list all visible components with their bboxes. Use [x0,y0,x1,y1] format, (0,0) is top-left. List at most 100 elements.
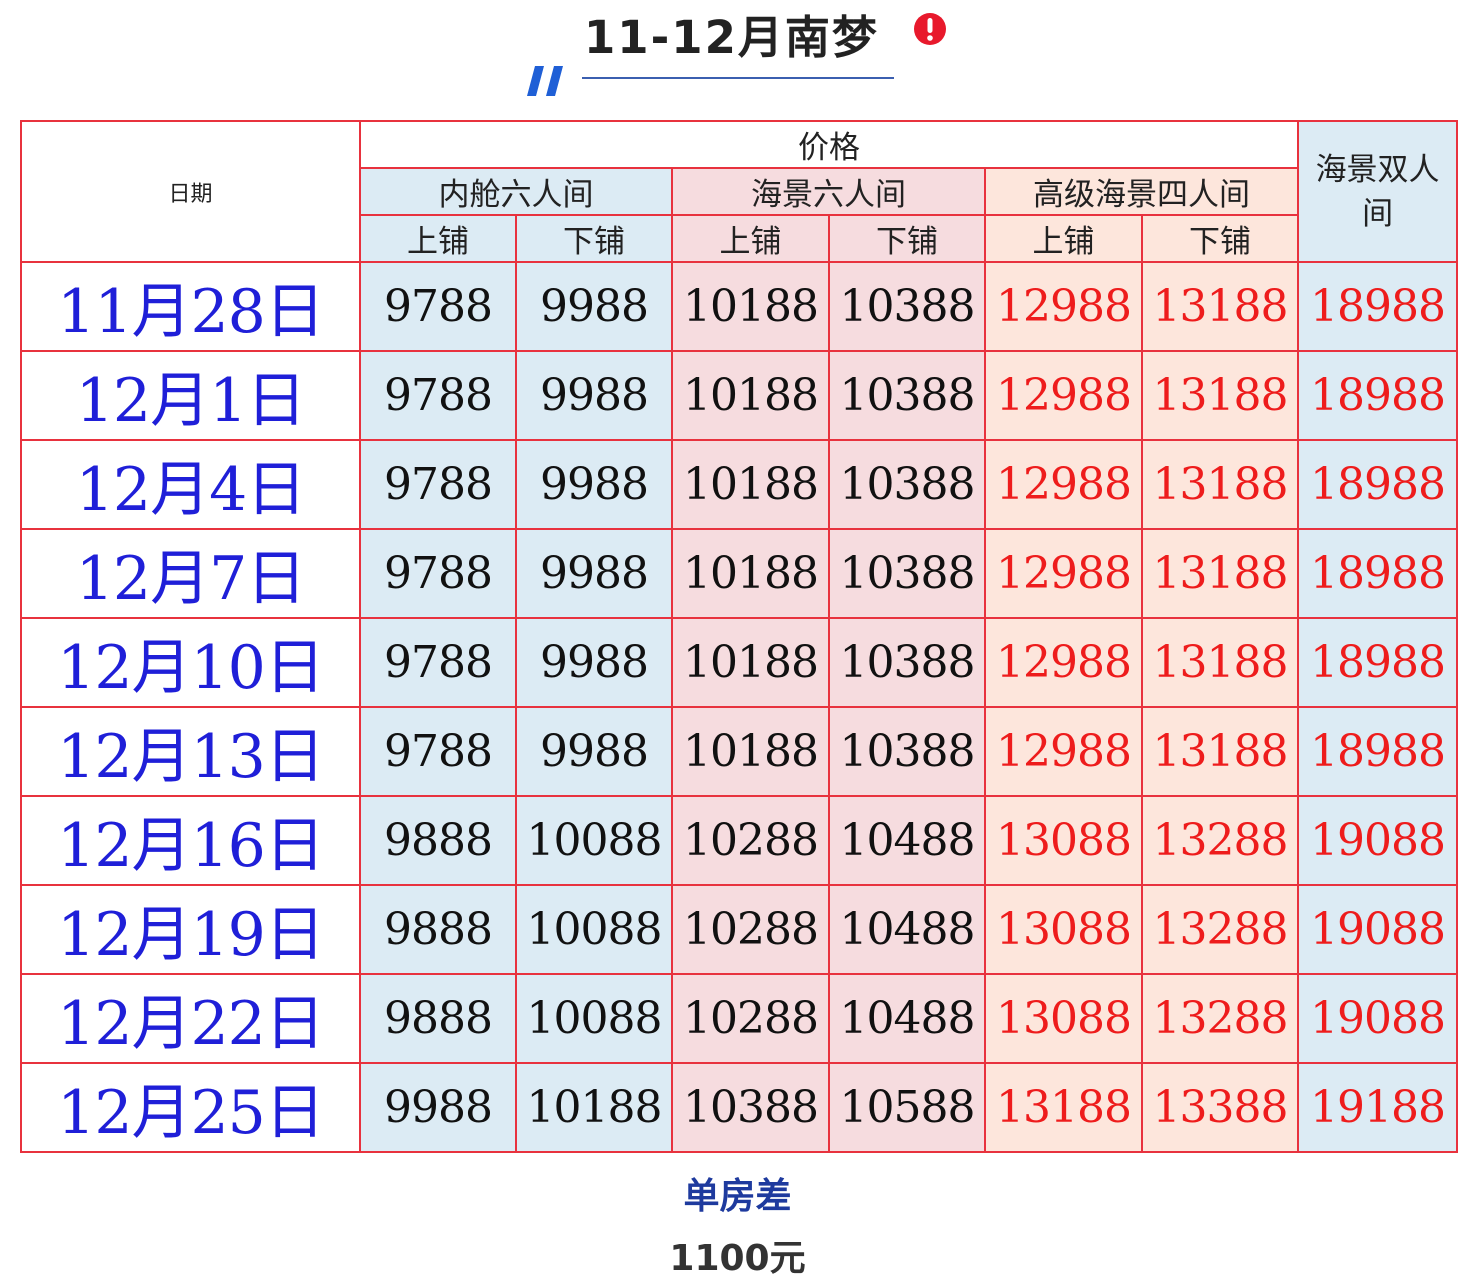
price-cell: 13188 [1140,261,1300,352]
price-cell: 18988 [1297,439,1459,530]
date-cell: 12月10日 [20,617,361,708]
price-cell: 9988 [515,617,673,708]
price-table: 日期 价格 海景双人 间 内舱六人间 海景六人间 高级海景四人间 上铺 下铺 上… [20,120,1459,1153]
header-group-inner: 内舱六人间 [359,167,673,216]
header-double-room-line2: 间 [1362,195,1394,232]
price-cell: 13188 [1140,439,1300,530]
price-cell: 13088 [984,795,1143,886]
price-cell: 10088 [515,884,673,975]
price-cell: 10388 [828,261,986,352]
price-cell: 10188 [515,1062,673,1153]
price-cell: 18988 [1297,350,1459,441]
table-row: 12月22日 9888 10088 10288 10488 13088 13288 19088 [20,973,1459,1064]
price-cell: 13188 [1140,617,1300,708]
table-row: 12月13日 9788 9988 10188 10388 12988 13188 18988 [20,706,1459,797]
price-cell: 10088 [515,973,673,1064]
exclamation-circle-icon [914,13,946,45]
price-cell: 12988 [984,528,1143,619]
price-cell: 9988 [515,350,673,441]
date-cell: 12月4日 [20,439,361,530]
header-berth-label: 上铺 [719,224,782,260]
header-group-label: 内舱六人间 [438,177,594,213]
table-row: 12月7日 9788 9988 10188 10388 12988 13188 18988 [20,528,1459,619]
price-cell: 13188 [1140,528,1300,619]
price-cell: 10088 [515,795,673,886]
price-cell: 12988 [984,261,1143,352]
price-cell: 19088 [1297,884,1459,975]
header-group-label: 海景六人间 [751,177,906,213]
price-cell: 18988 [1297,528,1459,619]
price-cell: 10488 [828,973,986,1064]
price-cell: 13088 [984,884,1143,975]
header-group-premium: 高级海景四人间 [983,167,1300,216]
price-cell: 10388 [828,617,986,708]
header-group-seaview: 海景六人间 [671,167,986,216]
page-title: 11-12月南梦 [584,11,879,64]
header-berth: 上铺 [984,214,1143,263]
header-date-label: 日期 [168,181,213,207]
date-cell: 12月25日 [20,1062,361,1153]
price-cell: 13188 [1140,350,1300,441]
price-cell: 10288 [671,795,830,886]
header-berth: 上铺 [359,214,517,263]
price-cell: 12988 [984,706,1143,797]
price-cell: 13088 [984,973,1143,1064]
price-cell: 9988 [515,439,673,530]
price-cell: 10388 [828,439,986,530]
price-cell: 10388 [828,350,986,441]
header-berth: 下铺 [1140,214,1300,263]
price-cell: 10188 [671,350,830,441]
table-row: 12月19日 9888 10088 10288 10488 13088 13288 19088 [20,884,1459,975]
price-cell: 9788 [359,528,517,619]
header-berth-label: 下铺 [876,224,938,260]
price-cell: 10188 [671,439,830,530]
price-cell: 10488 [828,795,986,886]
title-underline [582,77,894,79]
table-row: 12月1日 9788 9988 10188 10388 12988 13188 18988 [20,350,1459,441]
header-berth: 上铺 [671,214,830,263]
price-cell: 10188 [671,617,830,708]
price-cell: 10388 [828,528,986,619]
single-supplement-label: 单房差 [683,1176,792,1217]
price-cell: 18988 [1297,617,1459,708]
header-berth-label: 上铺 [407,224,469,260]
header-group-label: 高级海景四人间 [1033,177,1251,213]
price-cell: 13188 [1140,706,1300,797]
date-cell: 12月22日 [20,973,361,1064]
price-cell: 9788 [359,706,517,797]
price-cell: 19088 [1297,973,1459,1064]
price-cell: 10388 [828,706,986,797]
table-row: 12月10日 9788 9988 10188 10388 12988 13188 18988 [20,617,1459,708]
price-cell: 9788 [359,261,517,352]
price-cell: 9888 [359,795,517,886]
date-cell: 12月1日 [20,350,361,441]
price-cell: 12988 [984,439,1143,530]
header-berth-label: 上铺 [1032,224,1095,260]
header-berth: 下铺 [828,214,986,263]
price-cell: 9988 [359,1062,517,1153]
price-cell: 10588 [828,1062,986,1153]
price-cell: 18988 [1297,706,1459,797]
date-cell: 12月19日 [20,884,361,975]
header-berth-label: 下铺 [1189,224,1252,260]
date-cell: 12月13日 [20,706,361,797]
price-cell: 10188 [671,528,830,619]
price-cell: 13288 [1140,973,1300,1064]
price-cell: 9988 [515,706,673,797]
price-cell: 10188 [671,261,830,352]
price-cell: 12988 [984,617,1143,708]
header-berth: 下铺 [515,214,673,263]
price-cell: 12988 [984,350,1143,441]
price-cell: 10488 [828,884,986,975]
price-cell: 10288 [671,884,830,975]
date-cell: 11月28日 [20,261,361,352]
date-cell: 12月7日 [20,528,361,619]
price-cell: 9888 [359,973,517,1064]
price-cell: 18988 [1297,261,1459,352]
price-cell: 9888 [359,884,517,975]
header-berth-label: 下铺 [563,224,625,260]
price-cell: 10388 [671,1062,830,1153]
table-row: 12月25日 9988 10188 10388 10588 13188 13388 19188 [20,1062,1459,1153]
price-cell: 9788 [359,617,517,708]
double-slash-icon [527,66,563,96]
